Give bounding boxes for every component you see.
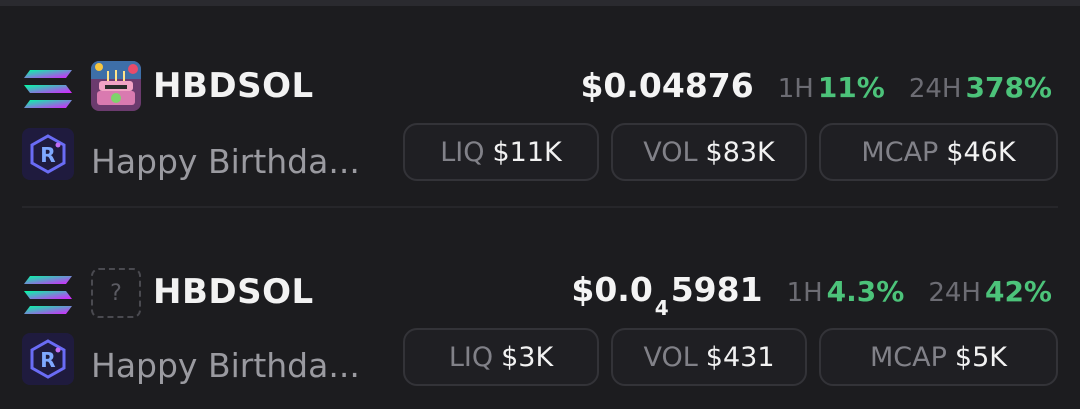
placeholder-image: ? xyxy=(91,268,141,318)
token-row[interactable]: ? HBDSOL $0.0 45981 1H 4.3% 24H 42% R Hap… xyxy=(0,6,1080,386)
price-row: $0.0 45981 1H 4.3% 24H 42% xyxy=(571,270,1052,320)
liquidity-pill[interactable]: LIQ $3K xyxy=(403,328,599,386)
row-divider xyxy=(22,206,1058,208)
token-list: HBDSOL $0.04876 1H 11% 24H 378% R Happy … xyxy=(0,6,1080,386)
liquidity-label: LIQ xyxy=(448,341,494,373)
change-24h-value: 42% xyxy=(984,275,1052,308)
token-symbol: HBDSOL xyxy=(153,272,314,312)
token-name: Happy Birthda... xyxy=(91,346,360,385)
raydium-icon: R xyxy=(22,333,74,385)
price-zero-count: 4 xyxy=(654,296,669,320)
price-tail: 5981 xyxy=(670,270,763,309)
market-cap-label: MCAP xyxy=(870,341,947,373)
market-cap-pill[interactable]: MCAP $5K xyxy=(819,328,1058,386)
liquidity-value: $3K xyxy=(501,341,554,373)
volume-value: $431 xyxy=(705,341,775,373)
change-1h-value: 4.3% xyxy=(826,275,905,308)
solana-icon xyxy=(24,276,72,314)
market-cap-value: $5K xyxy=(954,341,1007,373)
volume-pill[interactable]: VOL $431 xyxy=(611,328,807,386)
change-24h-label: 24H xyxy=(928,278,981,308)
token-price: $0.0 45981 xyxy=(571,270,762,320)
change-1h-label: 1H xyxy=(786,278,823,308)
svg-text:R: R xyxy=(40,348,55,372)
price-prefix: $0.0 xyxy=(571,270,653,309)
volume-label: VOL xyxy=(643,341,698,373)
